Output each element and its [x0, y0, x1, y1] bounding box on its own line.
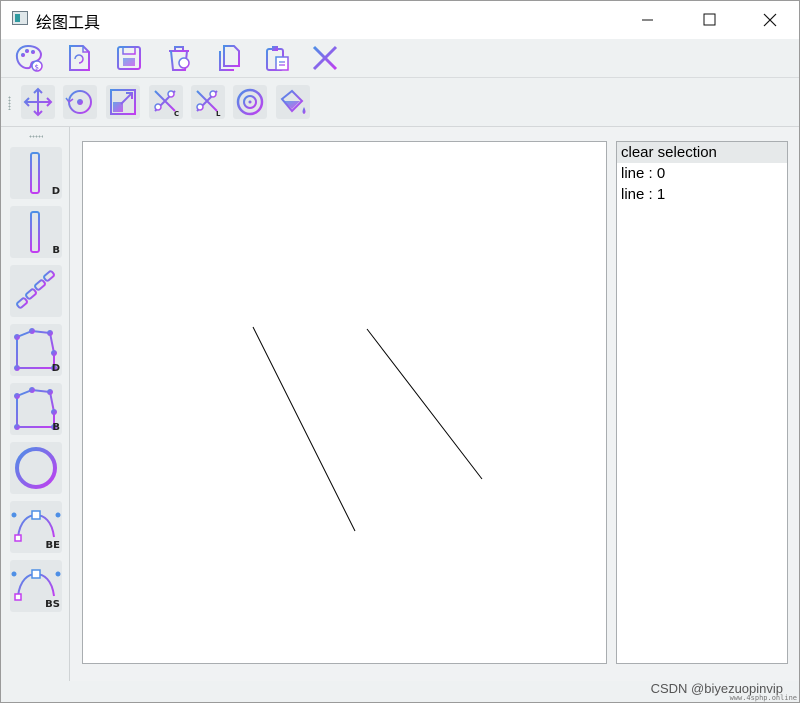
list-item[interactable]: line : 1: [617, 184, 787, 205]
watermark-small-text: www.4sphp.online: [729, 694, 797, 702]
fill-button[interactable]: [276, 85, 310, 119]
new-button[interactable]: [62, 41, 96, 75]
chain-line-icon: [16, 270, 55, 309]
tool-sub-label: BS: [45, 599, 60, 610]
move-icon: [23, 87, 53, 117]
tool-sub-label: D: [51, 363, 60, 374]
save-button[interactable]: [112, 41, 146, 75]
tool-sub-label: B: [52, 422, 60, 433]
list-item[interactable]: clear selection: [617, 142, 787, 163]
maximize-icon: [703, 13, 716, 26]
clip-l-icon: L: [196, 90, 221, 117]
rotate-button[interactable]: [63, 85, 97, 119]
fill-bucket-icon: [280, 89, 306, 114]
svg-text:C: C: [174, 110, 179, 117]
circle-icon: [15, 447, 57, 489]
canvas-surface: [252, 326, 483, 532]
rotate-icon: [65, 90, 92, 114]
palette-icon: $: [15, 44, 43, 72]
tool-sub-label: B: [52, 245, 60, 256]
tool-dock: D B D B BE BS: [1, 127, 70, 681]
window-title: 绘图工具: [36, 13, 101, 32]
circle-target-button[interactable]: [233, 85, 267, 119]
copy-button[interactable]: [212, 41, 246, 75]
clip-liang-button[interactable]: L: [191, 85, 225, 119]
clear-button[interactable]: [308, 41, 342, 75]
clip-cohen-button[interactable]: C: [149, 85, 183, 119]
edit-toolbar: C L: [1, 78, 799, 127]
save-icon: [117, 46, 141, 70]
trash-icon: [169, 46, 190, 71]
drawn-line-1[interactable]: [366, 328, 483, 480]
drawn-line-0[interactable]: [252, 326, 356, 532]
scale-button[interactable]: [106, 85, 140, 119]
file-toolbar: $: [1, 39, 799, 78]
curve-bspline-tool[interactable]: BS: [10, 560, 62, 612]
line-bresenham-tool[interactable]: B: [10, 206, 62, 258]
svg-text:$: $: [35, 64, 39, 72]
minimize-button[interactable]: [625, 1, 671, 39]
polygon-bresenham-tool[interactable]: B: [10, 383, 62, 435]
paste-icon: [266, 46, 289, 71]
line-dda-tool[interactable]: D: [10, 147, 62, 199]
tool-sub-label: D: [51, 186, 60, 197]
minimize-icon: [642, 19, 653, 21]
close-icon: [763, 13, 777, 27]
polygon-dda-tool[interactable]: D: [10, 324, 62, 376]
main-window: 绘图工具 $ C L D B D B BE BS clear selection…: [0, 0, 800, 703]
circle-target-icon: [236, 88, 264, 116]
scale-icon: [110, 89, 136, 115]
close-x-icon: [312, 45, 338, 71]
tool-sub-label: BE: [45, 540, 60, 551]
drawing-canvas[interactable]: [82, 141, 607, 664]
shape-list: clear selection line : 0 line : 1: [616, 141, 788, 664]
copy-icon: [219, 45, 240, 71]
ellipse-tool[interactable]: [10, 442, 62, 494]
app-icon: [12, 11, 28, 25]
clip-c-icon: C: [154, 90, 179, 117]
maximize-button[interactable]: [687, 1, 733, 39]
delete-button[interactable]: [162, 41, 196, 75]
move-button[interactable]: [21, 85, 55, 119]
curve-bezier-tool[interactable]: BE: [10, 501, 62, 553]
toolbar-grip[interactable]: [8, 96, 11, 110]
dock-grip[interactable]: [29, 135, 43, 138]
new-file-icon: [69, 45, 90, 71]
svg-text:L: L: [216, 110, 221, 117]
palette-button[interactable]: $: [12, 41, 46, 75]
paste-button[interactable]: [260, 41, 294, 75]
list-item[interactable]: line : 0: [617, 163, 787, 184]
line-chain-tool[interactable]: [10, 265, 62, 317]
close-button[interactable]: [747, 1, 793, 39]
title-bar: 绘图工具: [1, 1, 799, 39]
